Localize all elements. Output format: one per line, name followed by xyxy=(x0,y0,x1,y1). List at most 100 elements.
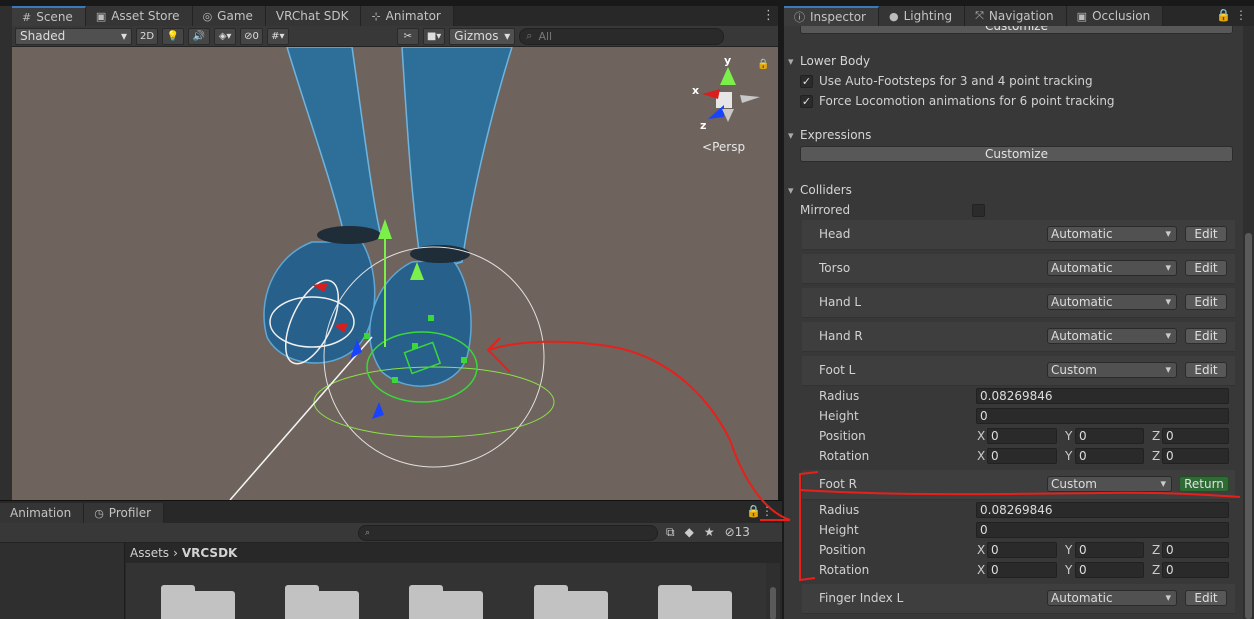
foot-l-height-label: Height xyxy=(819,409,859,423)
checkbox-checked-icon[interactable]: ✓ xyxy=(800,94,813,108)
filter-type-icon[interactable]: ⧉ xyxy=(666,525,675,540)
foot-l-radius-row: Radius 0.08269846 xyxy=(802,386,1235,406)
tab-occlusion[interactable]: ▣ Occlusion xyxy=(1066,6,1164,26)
collider-foot-r-return-button[interactable]: Return xyxy=(1179,476,1229,492)
foot-r-position-z-input[interactable]: 0 xyxy=(1162,542,1229,558)
tools-icon[interactable]: ✂ xyxy=(396,27,419,45)
foot-l-position-y-input[interactable]: 0 xyxy=(1075,428,1144,444)
colliders-foldout[interactable]: Colliders xyxy=(784,180,1244,200)
collider-torso-mode-dropdown[interactable]: Automatic xyxy=(1047,260,1177,276)
folder-icon[interactable] xyxy=(409,585,483,619)
foot-l-rotation-y-input[interactable]: 0 xyxy=(1075,448,1144,464)
label-tag-icon[interactable]: ◆ xyxy=(685,525,694,540)
lower-body-title: Lower Body xyxy=(800,54,871,68)
collider-torso-edit-button[interactable]: Edit xyxy=(1185,260,1227,276)
foot-r-rotation-z-input[interactable]: 0 xyxy=(1162,562,1229,578)
foot-r-rotation-y-input[interactable]: 0 xyxy=(1075,562,1144,578)
left-ankle-band xyxy=(317,226,381,244)
expressions-customize-button[interactable]: Customize xyxy=(800,146,1233,162)
shading-mode-dropdown[interactable]: Shaded ▾ xyxy=(15,27,132,45)
breadcrumb-assets[interactable]: Assets xyxy=(130,546,169,560)
tab-animation[interactable]: Animation xyxy=(0,503,85,523)
foot-l-rotation-z-input[interactable]: 0 xyxy=(1162,448,1229,464)
foot-l-position-z-input[interactable]: 0 xyxy=(1162,428,1229,444)
collider-hand-l-mode-dropdown[interactable]: Automatic xyxy=(1047,294,1177,310)
search-icon: ⌕ xyxy=(526,29,533,42)
collider-head-edit-button[interactable]: Edit xyxy=(1185,226,1227,242)
lighting-toggle-icon[interactable]: 💡 xyxy=(162,27,185,45)
orientation-gizmo[interactable] xyxy=(702,67,760,122)
collider-head-mode-dropdown[interactable]: Automatic xyxy=(1047,226,1177,242)
handle-dot xyxy=(392,377,398,383)
collider-finger-index-l-mode-dropdown[interactable]: Automatic xyxy=(1047,590,1177,606)
occlusion-icon: ▣ xyxy=(1076,9,1088,23)
auto-footsteps-toggle[interactable]: ✓ Use Auto-Footsteps for 3 and 4 point t… xyxy=(784,71,1244,91)
scene-viewport[interactable]: y x z 🔒 <Persp xyxy=(12,47,778,500)
tab-vrchat-sdk[interactable]: VRChat SDK xyxy=(265,6,362,26)
collider-finger-index-l-edit-button[interactable]: Edit xyxy=(1185,590,1227,606)
axis-z-label: Z xyxy=(1152,449,1161,463)
folder-icon[interactable] xyxy=(161,585,235,619)
gizmos-dropdown[interactable]: Gizmos ▾ xyxy=(449,27,516,45)
tab-profiler[interactable]: ◷ Profiler xyxy=(84,503,165,523)
checkbox-checked-icon[interactable]: ✓ xyxy=(800,74,813,88)
mirrored-checkbox[interactable] xyxy=(972,203,985,217)
foot-l-height-input[interactable]: 0 xyxy=(976,408,1229,424)
foot-r-position-x-input[interactable]: 0 xyxy=(987,542,1057,558)
projection-label[interactable]: <Persp xyxy=(702,140,745,154)
project-scrollbar[interactable] xyxy=(766,563,780,619)
hierarchy-panel-edge xyxy=(0,6,12,500)
foot-r-rotation-label: Rotation xyxy=(819,563,870,577)
lower-body-foldout[interactable]: Lower Body xyxy=(784,51,1244,71)
tab-lighting[interactable]: ● Lighting xyxy=(878,6,966,26)
folder-icon[interactable] xyxy=(658,585,732,619)
effects-toggle-icon[interactable]: ◈▾ xyxy=(214,27,237,45)
tab-inspector[interactable]: ⓘ Inspector xyxy=(784,6,879,26)
handle-dot xyxy=(461,357,467,363)
foot-l-rotation-x-input[interactable]: 0 xyxy=(987,448,1057,464)
scene-search-input[interactable]: ⌕ All xyxy=(519,27,725,45)
collider-hand-r: Hand R Automatic Edit xyxy=(802,322,1235,352)
collider-hand-r-edit-button[interactable]: Edit xyxy=(1185,328,1227,344)
handle-dot xyxy=(428,315,434,321)
foot-r-radius-input[interactable]: 0.08269846 xyxy=(976,502,1229,518)
project-lock-icon[interactable]: 🔒⋮ xyxy=(746,504,773,518)
foot-l-radius-input[interactable]: 0.08269846 xyxy=(976,388,1229,404)
project-folder-tree[interactable] xyxy=(0,543,125,619)
inspector-scrollbar[interactable] xyxy=(1243,26,1254,619)
tab-navigation[interactable]: ⤧ Navigation xyxy=(965,6,1067,26)
folder-icon[interactable] xyxy=(285,585,359,619)
audio-toggle-icon[interactable]: 🔊 xyxy=(188,27,211,45)
camera-settings-icon[interactable]: ■▾ xyxy=(422,27,446,45)
collider-foot-l-mode-dropdown[interactable]: Custom xyxy=(1047,362,1177,378)
collider-hand-r-mode-dropdown[interactable]: Automatic xyxy=(1047,328,1177,344)
foot-l-position-x-input[interactable]: 0 xyxy=(987,428,1057,444)
folder-icon[interactable] xyxy=(534,585,608,619)
collider-hand-l-edit-button[interactable]: Edit xyxy=(1185,294,1227,310)
breadcrumb-vrcsdk[interactable]: VRCSDK xyxy=(182,546,237,560)
foot-r-rotation-x-input[interactable]: 0 xyxy=(987,562,1057,578)
lock-icon[interactable]: 🔒 xyxy=(757,58,769,70)
foot-r-height-input[interactable]: 0 xyxy=(976,522,1229,538)
hidden-packages-button[interactable]: ⊘13 xyxy=(725,525,750,540)
foot-r-position-y-input[interactable]: 0 xyxy=(1075,542,1144,558)
customize-button-top[interactable]: Customize xyxy=(800,26,1233,34)
grid-snap-icon[interactable]: #▾ xyxy=(266,27,289,45)
scene-tab-menu-icon[interactable]: ⋮ xyxy=(762,8,775,23)
tab-game[interactable]: ◎ Game xyxy=(192,6,266,26)
tab-scene[interactable]: # Scene xyxy=(12,6,86,26)
tab-asset-store[interactable]: ▣ Asset Store xyxy=(85,6,193,26)
collider-foot-r-mode-dropdown[interactable]: Custom xyxy=(1047,476,1172,492)
tab-animator[interactable]: ⊹ Animator xyxy=(361,6,454,26)
project-search-input[interactable]: ⌕ xyxy=(358,525,658,541)
tab-animation-label: Animation xyxy=(10,506,72,520)
favorite-star-icon[interactable]: ★ xyxy=(704,525,715,540)
force-locomotion-toggle[interactable]: ✓ Force Locomotion animations for 6 poin… xyxy=(784,91,1244,111)
inspector-scrollbar-thumb[interactable] xyxy=(1245,233,1252,619)
tab-occlusion-label: Occlusion xyxy=(1092,9,1151,23)
expressions-foldout[interactable]: Expressions xyxy=(784,125,1244,145)
toggle-2d-button[interactable]: 2D xyxy=(136,27,159,45)
inspector-lock-icon[interactable]: 🔒 ⋮ xyxy=(1216,8,1247,22)
collider-foot-l-edit-button[interactable]: Edit xyxy=(1185,362,1227,378)
hidden-objects-button[interactable]: ⊘ 0 xyxy=(240,27,263,45)
